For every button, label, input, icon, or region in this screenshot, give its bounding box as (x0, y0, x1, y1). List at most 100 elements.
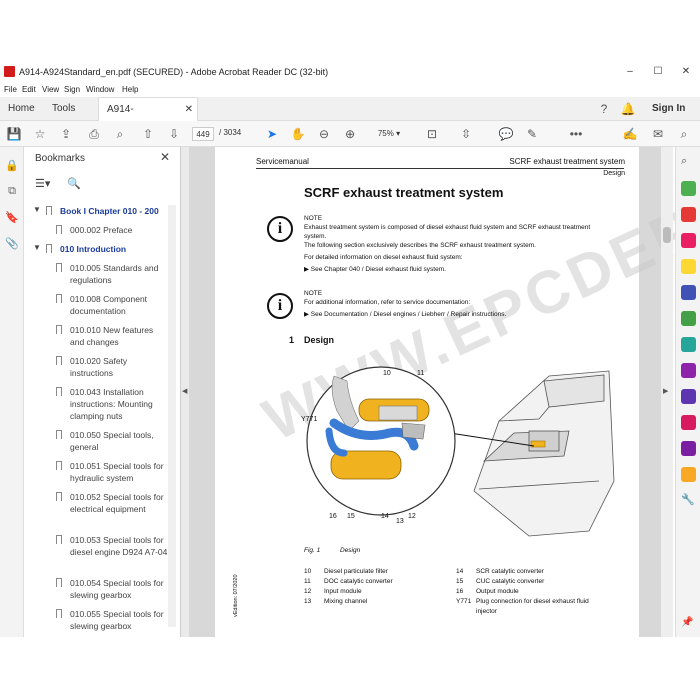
bookmark-search-icon[interactable]: 🔍 (67, 177, 81, 190)
bookmark-item[interactable]: 010.010 New features and changes (70, 324, 168, 348)
page-number-input[interactable]: 449 (192, 127, 214, 141)
menu-sign[interactable]: Sign (64, 85, 80, 94)
bell-icon[interactable]: 🔔 (620, 101, 636, 117)
fill-sign-icon[interactable] (681, 363, 696, 378)
legend-item: Y771 Plug connection for diesel exhaust f… (456, 598, 589, 615)
next-page-icon[interactable]: ⇩ (166, 126, 182, 142)
close-panel-icon[interactable]: ✕ (160, 150, 170, 164)
select-cursor-icon[interactable]: ➤ (264, 126, 280, 142)
bookmark-item[interactable]: Book I Chapter 010 - 200 (60, 205, 168, 217)
collapse-caret-icon[interactable]: ▼ (33, 243, 41, 252)
comment-icon[interactable]: 💬 (498, 126, 514, 142)
bookmark-item[interactable]: 010.043 Installation instructions: Mount… (70, 386, 168, 422)
fit-page-icon[interactable]: ⊡ (424, 126, 440, 142)
callout-14: 14 (381, 513, 389, 520)
tab-tools[interactable]: Tools (44, 97, 83, 121)
bookmark-item[interactable]: 010.008 Component documentation (70, 293, 168, 317)
zoom-in-icon[interactable]: ⊕ (342, 126, 358, 142)
scroll-mode-icon[interactable]: ⇳ (458, 126, 474, 142)
compress-icon[interactable] (681, 337, 696, 352)
bookmark-item[interactable]: 010 Introduction (60, 243, 168, 255)
title-bar: A914-A924Standard_en.pdf (SECURED) - Ado… (0, 61, 700, 83)
legend-item: 16 Output module (456, 588, 519, 595)
header-rule (256, 168, 624, 169)
note-1-line: system. (304, 233, 327, 240)
close-window-icon[interactable]: ✕ (676, 64, 696, 80)
menu-help[interactable]: Help (122, 85, 138, 94)
panel-divider[interactable]: ◀ (181, 147, 189, 637)
tab-document[interactable]: A914-A924Standard_... ✕ (98, 97, 198, 139)
note-1-label: NOTE (304, 215, 323, 222)
star-icon[interactable]: ☆ (32, 126, 48, 142)
upload-icon[interactable]: ⇪ (58, 126, 74, 142)
bookmark-item[interactable]: 010.020 Safety instructions (70, 355, 168, 379)
document-view: WWW.EPCDEPO.COM Servicemanual SCRF exhau… (189, 100, 700, 637)
bookmark-item[interactable]: 010.052 Special tools for electrical equ… (70, 491, 168, 515)
edition-label: vEdition: 07/2020 (233, 574, 239, 617)
callout-15: 15 (347, 513, 355, 520)
print-icon[interactable]: ⎙ (86, 126, 102, 142)
pages-icon[interactable]: ⧉ (4, 185, 20, 201)
zoom-out-icon[interactable]: ⊖ (316, 126, 332, 142)
acrobat-icon (4, 66, 15, 77)
search-tool-icon[interactable]: ⌕ (681, 155, 696, 170)
menu-window[interactable]: Window (86, 85, 114, 94)
search-icon[interactable]: ⌕ (676, 126, 692, 142)
zoom-select[interactable]: 75% ▾ (368, 127, 410, 141)
collapse-caret-icon[interactable]: ▼ (33, 205, 41, 214)
redact-icon[interactable] (681, 415, 696, 430)
sign-in-link[interactable]: Sign In (652, 103, 685, 114)
zoom-search-icon[interactable]: ⌕ (112, 126, 128, 142)
bookmarks-title: Bookmarks (35, 153, 86, 164)
protect-icon[interactable] (681, 389, 696, 404)
scroll-thumb[interactable] (663, 227, 671, 243)
bookmark-item[interactable]: 000.002 Preface (70, 224, 168, 236)
tab-home[interactable]: Home (0, 97, 43, 121)
create-pdf-icon[interactable] (681, 207, 696, 222)
organize-pages-icon[interactable] (681, 311, 696, 326)
combine-files-icon[interactable] (681, 285, 696, 300)
edit-pdf-icon[interactable] (681, 233, 696, 248)
help-icon[interactable]: ? (596, 101, 612, 117)
menu-file[interactable]: File (4, 85, 17, 94)
lock-icon[interactable]: 🔒 (4, 159, 20, 175)
document-scrollbar[interactable]: ▶ (661, 147, 673, 637)
bookmark-item[interactable]: 010.054 Special tools for slewing gearbo… (70, 577, 168, 601)
note-2-line: ▶ See Documentation / Diesel engines / L… (304, 311, 507, 318)
close-tab-icon[interactable]: ✕ (185, 98, 193, 122)
left-navigation-panel: 🔒 ⧉ 🔖 📎 (0, 147, 24, 637)
bookmark-item[interactable]: 010.050 Special tools, general (70, 429, 168, 453)
highlight-pen-icon[interactable]: ✎ (524, 126, 540, 142)
comment-tool-icon[interactable] (681, 259, 696, 274)
maximize-icon[interactable]: ☐ (648, 64, 668, 80)
bookmark-item[interactable]: 010.005 Standards and regulations (70, 262, 168, 286)
page-total: / 3034 (219, 128, 242, 137)
bookmark-item[interactable]: 010.053 Special tools for diesel engine … (70, 534, 168, 558)
collapse-left-icon[interactable]: ◀ (182, 387, 187, 395)
bookmark-item[interactable]: 010.055 Special tools for slewing gearbo… (70, 608, 168, 632)
note-1-line: ▶ See Chapter 040 / Diesel exhaust fluid… (304, 266, 446, 273)
bookmark-item[interactable]: 010.051 Special tools for hydraulic syst… (70, 460, 168, 484)
hand-icon[interactable]: ✋ (290, 126, 306, 142)
scan-icon[interactable] (681, 467, 696, 482)
send-sign-icon[interactable] (681, 441, 696, 456)
email-icon[interactable]: ✉ (650, 126, 666, 142)
export-pdf-icon[interactable] (681, 181, 696, 196)
menu-view[interactable]: View (42, 85, 59, 94)
prev-page-icon[interactable]: ⇧ (140, 126, 156, 142)
more-tools-icon[interactable]: ••• (568, 126, 584, 142)
minimize-icon[interactable]: – (620, 64, 640, 80)
save-icon[interactable]: 💾 (6, 126, 22, 142)
bookmark-panel-icon[interactable]: 🔖 (4, 211, 20, 227)
pin-icon[interactable]: 📌 (681, 617, 696, 632)
sign-pen-icon[interactable]: ✍ (622, 126, 638, 142)
bookmark-icon (56, 430, 62, 439)
more-tools-side-icon[interactable]: 🔧 (681, 493, 696, 508)
bookmark-options-icon[interactable]: ☰▾ (35, 177, 50, 190)
bookmark-icon (56, 225, 62, 234)
menu-edit[interactable]: Edit (22, 85, 36, 94)
attachment-icon[interactable]: 📎 (4, 237, 20, 253)
bookmark-icon (56, 294, 62, 303)
bookmark-scrollbar[interactable] (168, 205, 176, 627)
collapse-right-icon[interactable]: ▶ (663, 387, 668, 395)
